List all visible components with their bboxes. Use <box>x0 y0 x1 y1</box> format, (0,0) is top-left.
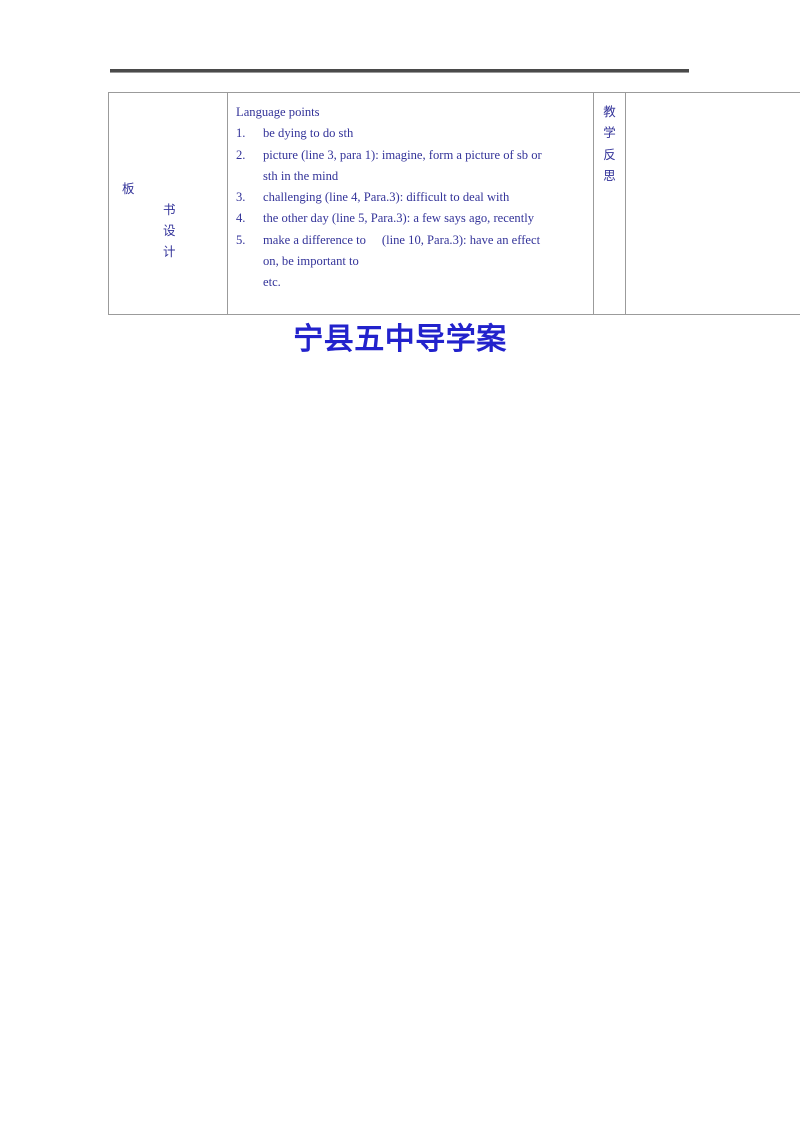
language-points-heading: Language points <box>236 105 320 119</box>
list-item-number: 1. <box>236 126 246 141</box>
page-title: 宁县五中导学案 <box>293 323 507 356</box>
blackboard-design-label-cell: 板 书 设 计 <box>108 92 228 315</box>
list-item-line-wrap: make a difference to (line 10, Para.3): h… <box>263 230 585 251</box>
label-char-primary: 板 <box>122 182 135 196</box>
list-item-number: 4. <box>236 211 246 226</box>
list-item-line: be dying to do sth <box>263 126 354 141</box>
reflection-notes-cell[interactable] <box>625 92 800 315</box>
list-item-number: 5. <box>236 232 246 247</box>
list-item-line: on, be important to <box>263 254 359 269</box>
list-item-number: 2. <box>236 147 246 162</box>
label-char-3: 计 <box>163 245 176 259</box>
language-points-inner: Language points 1. be dying to do sth 2.… <box>228 93 593 294</box>
reflection-char-2: 学 <box>603 126 616 141</box>
list-item: 1. be dying to do sth <box>236 123 585 144</box>
lesson-plan-table: 板 书 设 计 Language points 1. be dying to d… <box>108 92 800 315</box>
language-points-list: 1. be dying to do sth 2. picture (line 3… <box>236 123 585 272</box>
list-item: 5. make a difference to (line 10, Para.3)… <box>236 230 585 273</box>
reflection-char-1: 教 <box>603 105 616 119</box>
list-item: 4. the other day (line 5, Para.3): a few… <box>236 208 585 229</box>
list-item-line: make a difference to <box>263 232 366 247</box>
reflection-char-3: 反 <box>603 147 616 162</box>
list-item-line: (line 10, Para.3): have an effect <box>381 232 541 247</box>
list-item: 2. picture (line 3, para 1): imagine, fo… <box>236 145 585 188</box>
language-points-cell: Language points 1. be dying to do sth 2.… <box>227 92 594 315</box>
label-char-stack: 书 设 计 <box>163 200 176 263</box>
list-item-line: the other day (line 5, Para.3): a few sa… <box>263 211 535 226</box>
list-item: 3. challenging (line 4, Para.3): difficu… <box>236 187 585 208</box>
list-item-line: challenging (line 4, Para.3): difficult … <box>263 190 510 205</box>
list-item-number: 3. <box>236 190 246 205</box>
top-horizontal-rule <box>110 69 689 73</box>
list-item-line: picture (line 3, para 1): imagine, form … <box>263 147 542 162</box>
list-item-line: sth in the mind <box>263 168 339 183</box>
language-points-trailing-text: etc. <box>263 275 281 290</box>
teaching-reflection-inner: 教 学 反 思 <box>594 93 625 187</box>
reflection-char-4: 思 <box>603 168 616 183</box>
table-row: 板 书 设 计 Language points 1. be dying to d… <box>108 92 800 315</box>
label-char-1: 书 <box>163 203 176 217</box>
teaching-reflection-cell: 教 学 反 思 <box>593 92 626 315</box>
label-char-2: 设 <box>163 224 176 238</box>
